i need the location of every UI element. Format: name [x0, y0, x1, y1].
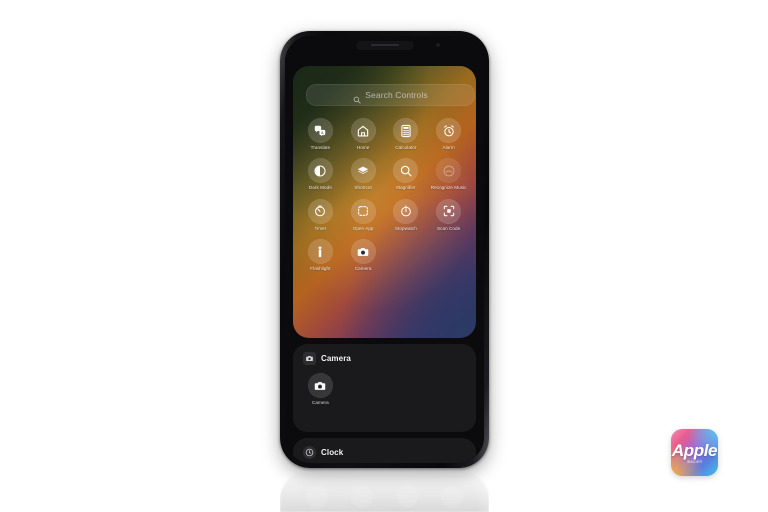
control-label: Calculator	[395, 145, 417, 150]
camera-app-icon	[303, 352, 316, 365]
reflection-dot	[396, 486, 418, 508]
shortcut-icon	[350, 158, 376, 184]
control-recognize-music[interactable]: Recognize Music	[427, 158, 470, 190]
section-clock: Clock Alarm	[293, 438, 476, 463]
dark-mode-icon	[307, 158, 333, 184]
section-camera: Camera Camera	[293, 344, 476, 432]
scan-code-icon	[436, 198, 462, 224]
control-timer[interactable]: Timer	[299, 198, 342, 231]
control-label: Recognize Music	[430, 185, 467, 191]
home-icon	[350, 118, 376, 143]
control-dark-mode[interactable]: Dark Mode	[299, 158, 342, 190]
search-controls-input[interactable]: Search Controls	[306, 84, 475, 106]
flashlight-icon	[307, 239, 333, 265]
control-label: Dark Mode	[308, 185, 332, 191]
control-alarm[interactable]: Alarm	[427, 118, 470, 150]
control-translate[interactable]: A Translate	[299, 118, 342, 150]
translate-icon: A	[307, 118, 333, 143]
clock-app-icon	[303, 446, 316, 459]
stopwatch-icon	[393, 198, 419, 224]
control-stopwatch[interactable]: Stopwatch	[385, 198, 428, 231]
control-flashlight[interactable]: Flashlight	[299, 239, 342, 271]
control-home[interactable]: Home	[342, 118, 385, 150]
control-label: Alarm	[442, 145, 455, 150]
magnifier-icon	[393, 158, 419, 184]
control-scan-code[interactable]: Scan Code	[427, 198, 470, 231]
control-label: Camera	[312, 400, 329, 405]
section-header: Camera	[293, 344, 476, 365]
control-shortcut[interactable]: Shortcut	[342, 158, 385, 190]
control-label: Camera	[354, 266, 372, 272]
search-placeholder: Search Controls	[365, 90, 428, 100]
reflection-body	[280, 470, 489, 512]
control-label: Scan Code	[437, 225, 461, 231]
iphone-device: Search Controls A Translate Home Calcula…	[280, 31, 489, 468]
reflection-dot	[351, 486, 373, 508]
alarm-icon	[436, 118, 462, 143]
search-icon	[353, 91, 361, 104]
recognize-music-icon	[436, 158, 462, 184]
reflection-dot	[306, 486, 328, 508]
control-label: Translate	[310, 145, 331, 150]
apple-watermark-badge: Apple INSIDER	[671, 429, 718, 476]
control-label: Flashlight	[310, 266, 331, 272]
earpiece-speaker	[370, 44, 399, 46]
camera-icon	[307, 373, 333, 398]
control-magnifier[interactable]: Magnifier	[385, 158, 428, 190]
section-controls-grid: Alarm Timer	[293, 459, 476, 463]
control-label: Open App	[352, 225, 374, 231]
reflection-icons	[294, 486, 475, 508]
section-control-camera[interactable]: Camera	[299, 373, 342, 405]
control-open-app[interactable]: Open App	[342, 198, 385, 231]
controls-grid: A Translate Home Calculator Alarm Dark M…	[299, 118, 470, 272]
phone-screen: Search Controls A Translate Home Calcula…	[285, 36, 484, 463]
control-camera[interactable]: Camera	[342, 239, 385, 271]
device-reflection	[280, 470, 489, 512]
device-bezel: Search Controls A Translate Home Calcula…	[285, 36, 484, 463]
apple-wordmark: Apple	[671, 440, 718, 460]
apple-subtext: INSIDER	[686, 459, 703, 464]
control-label: Stopwatch	[394, 225, 417, 231]
camera-icon	[350, 239, 376, 265]
control-calculator[interactable]: Calculator	[385, 118, 428, 150]
front-camera-icon	[436, 43, 440, 47]
open-app-icon	[350, 198, 376, 224]
section-title: Camera	[321, 354, 351, 363]
section-title: Clock	[321, 448, 344, 457]
section-header: Clock	[293, 438, 476, 459]
calculator-icon	[393, 118, 419, 143]
control-label: Magnifier	[396, 185, 416, 191]
section-controls-grid: Camera	[293, 365, 476, 405]
control-label: Shortcut	[354, 185, 372, 191]
reflection-dot	[441, 486, 463, 508]
page-canvas: Search Controls A Translate Home Calcula…	[0, 0, 768, 512]
control-label: Timer	[314, 225, 327, 231]
timer-icon	[307, 198, 333, 224]
control-label: Home	[356, 145, 370, 150]
